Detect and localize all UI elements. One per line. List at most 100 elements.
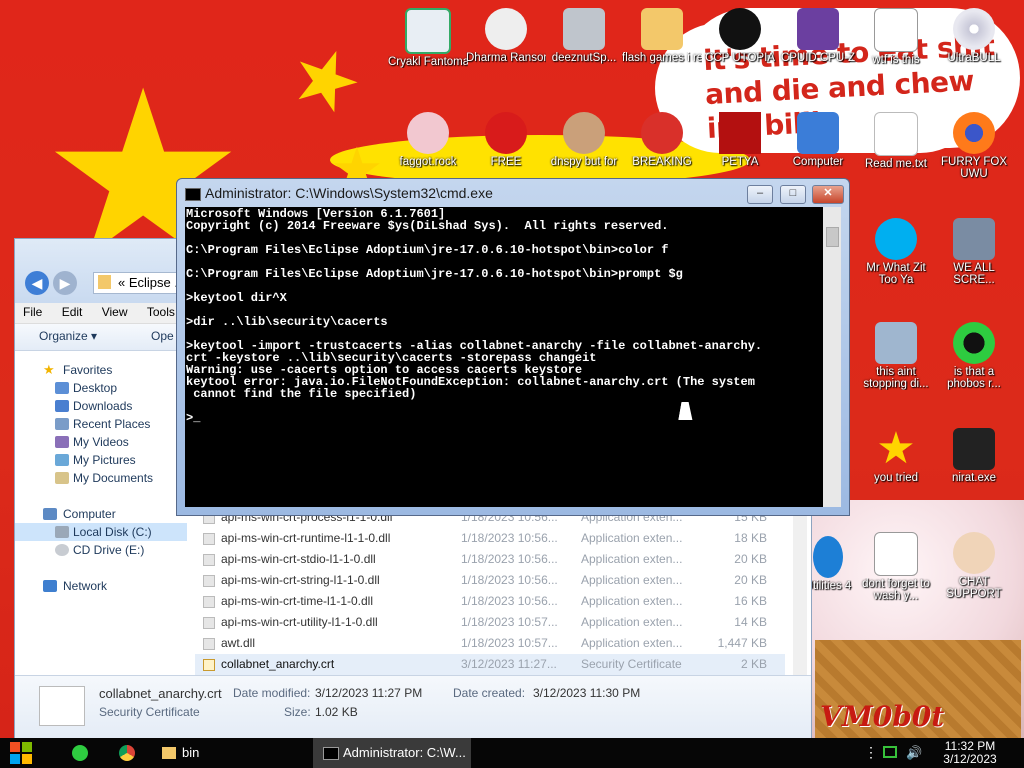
desktop-icon[interactable]: ★ you tried — [856, 427, 936, 485]
organize-button[interactable]: Organize ▾ — [39, 329, 97, 343]
desktop-icon[interactable]: dont forget to wash y... — [856, 532, 936, 602]
nav-videos[interactable]: My Videos — [15, 433, 187, 451]
desktop-icon[interactable]: Mr What Zit Too Ya — [856, 218, 936, 286]
details-modified: 3/12/2023 11:27 PM — [315, 686, 423, 700]
network-tray-icon[interactable] — [883, 746, 897, 758]
desktop-icon-label: CPUID CPU-Z — [780, 52, 856, 64]
details-size: 1.02 KB — [315, 705, 358, 719]
desktop-icon[interactable]: CPUID CPU-Z — [778, 8, 858, 64]
desktop-icon[interactable]: wtf is this — [856, 8, 936, 66]
menu-file[interactable]: File — [15, 303, 50, 321]
cd-icon — [953, 8, 995, 50]
skull-icon — [953, 428, 995, 470]
file-size: 2 KB — [740, 657, 767, 671]
file-row[interactable]: api-ms-win-crt-utility-l1-1-0.dll 1/18/20… — [195, 612, 785, 633]
computer-icon — [797, 112, 839, 154]
desktop-icon[interactable]: Read me.txt — [856, 112, 936, 170]
console-output[interactable]: Microsoft Windows [Version 6.1.7601] Cop… — [185, 207, 823, 507]
desktop-icon-label: is that a phobos r... — [947, 366, 1001, 390]
nav-label: Local Disk (C:) — [73, 525, 152, 539]
file-date: 3/12/2023 11:27... — [461, 657, 557, 671]
nav-local-disk[interactable]: Local Disk (C:) — [15, 523, 187, 541]
console-scrollbar[interactable] — [823, 207, 841, 507]
file-type: Application exten... — [581, 594, 683, 608]
desktop-icon[interactable]: this aint stopping di... — [856, 322, 936, 390]
desktop-icon[interactable]: is that a phobos r... — [934, 322, 1014, 390]
menu-edit[interactable]: Edit — [54, 303, 91, 321]
file-row[interactable]: api-ms-win-crt-string-l1-1-0.dll 1/18/202… — [195, 570, 785, 591]
desktop-icon[interactable]: UltraBULL — [934, 8, 1014, 64]
forward-button[interactable]: ▶ — [53, 271, 77, 295]
navigation-pane: ★ Favorites Desktop Downloads Recent Pla… — [15, 351, 187, 681]
clock[interactable]: 11:32 PM 3/12/2023 — [940, 740, 1000, 766]
desktop-icon[interactable]: Cryakl Fantomas ... — [388, 8, 468, 68]
nav-documents[interactable]: My Documents — [15, 469, 187, 487]
desktop-icon[interactable]: flash games i remember — [622, 8, 702, 64]
desktop-icon[interactable]: Computer — [778, 112, 858, 168]
desktop-icon[interactable]: dnspy but for — [544, 112, 624, 168]
nav-label: Computer — [63, 507, 116, 521]
desktop-icon-label: Dharma Ransomw... — [466, 52, 546, 64]
desktop-icon[interactable]: faggot.rock — [388, 112, 468, 168]
cmd-icon — [323, 747, 339, 760]
desktop-icon[interactable]: deeznutSp... — [544, 8, 624, 64]
close-button[interactable]: ✕ — [812, 185, 844, 204]
minimize-button[interactable]: – — [747, 185, 773, 204]
taskbar-item-explorer[interactable]: bin — [156, 738, 306, 768]
file-row[interactable]: api-ms-win-crt-time-l1-1-0.dll 1/18/2023 … — [195, 591, 785, 612]
nav-favorites[interactable]: ★ Favorites — [15, 361, 187, 379]
desktop-icon[interactable]: FREE — [466, 112, 546, 168]
file-row[interactable]: api-ms-win-crt-stdio-l1-1-0.dll 1/18/2023… — [195, 549, 785, 570]
utilities-icon — [813, 536, 843, 578]
chrome-icon[interactable] — [119, 745, 135, 761]
nav-network[interactable]: Network — [15, 577, 187, 595]
skull-icon — [485, 8, 527, 50]
start-button[interactable] — [10, 742, 32, 764]
desktop-icon[interactable]: PETYA — [700, 112, 780, 168]
desktop-icon[interactable]: Dharma Ransomw... — [466, 8, 546, 64]
star-icon: ★ — [43, 362, 55, 377]
nav-cd-drive[interactable]: CD Drive (E:) — [15, 541, 187, 559]
desktop-icon[interactable]: CHAT SUPPORT — [934, 532, 1014, 600]
file-row[interactable]: api-ms-win-crt-runtime-l1-1-0.dll 1/18/20… — [195, 528, 785, 549]
nav-recent-places[interactable]: Recent Places — [15, 415, 187, 433]
folder-icon — [162, 747, 176, 759]
file-date: 1/18/2023 10:56... — [461, 552, 558, 566]
desktop-icon[interactable]: CCP UTOPIA — [700, 8, 780, 64]
taskbar-item-cmd[interactable]: Administrator: C:\W... — [313, 738, 471, 768]
desktop-icon-label: Cryakl Fantomas ... — [388, 56, 468, 68]
overflow-icon[interactable]: ⋮ — [864, 744, 878, 761]
chef-icon — [407, 112, 449, 154]
open-button[interactable]: Ope — [151, 329, 174, 343]
cmd-window[interactable]: Administrator: C:\Windows\System32\cmd.e… — [176, 178, 850, 516]
file-row-selected[interactable]: collabnet_anarchy.crt 3/12/2023 11:27... S… — [195, 654, 785, 675]
nav-pictures[interactable]: My Pictures — [15, 451, 187, 469]
desktop-icon[interactable]: FURRY FOX UWU — [934, 112, 1014, 180]
back-button[interactable]: ◀ — [25, 271, 49, 295]
desktop-icon[interactable]: BREAKING — [622, 112, 702, 168]
file-list-scrollbar[interactable] — [793, 507, 807, 683]
scrollbar-thumb[interactable] — [826, 227, 839, 247]
volume-icon[interactable]: 🔊 — [906, 745, 922, 761]
wallpaper-star-small: ★ — [277, 25, 375, 134]
desktop-icon[interactable]: nirat.exe — [934, 428, 1014, 484]
portrait-icon — [563, 112, 605, 154]
cpuz-icon — [797, 8, 839, 50]
nav-computer[interactable]: Computer — [15, 505, 187, 523]
file-row[interactable]: awt.dll 1/18/2023 10:57... Application ext… — [195, 633, 785, 654]
desktop: ★ ★ ★ it's time to eat shit and die and … — [0, 0, 1024, 738]
desktop-icon[interactable]: WE ALL SCRE... — [934, 218, 1014, 286]
recent-places-icon — [55, 418, 69, 430]
desktop-icon-label: dont forget to wash y... — [862, 578, 930, 602]
folder-icon — [641, 8, 683, 50]
desktop-icon-label: this aint stopping di... — [863, 366, 929, 390]
chat-app-icon[interactable] — [72, 745, 88, 761]
nav-desktop[interactable]: Desktop — [15, 379, 187, 397]
details-size-label: Size: — [284, 705, 311, 719]
desktop-icon-label: Read me.txt — [865, 158, 927, 170]
details-created: 3/12/2023 11:30 PM — [533, 686, 641, 700]
nav-downloads[interactable]: Downloads — [15, 397, 187, 415]
maximize-button[interactable]: □ — [780, 185, 806, 204]
menu-view[interactable]: View — [94, 303, 136, 321]
apple-icon — [485, 112, 527, 154]
